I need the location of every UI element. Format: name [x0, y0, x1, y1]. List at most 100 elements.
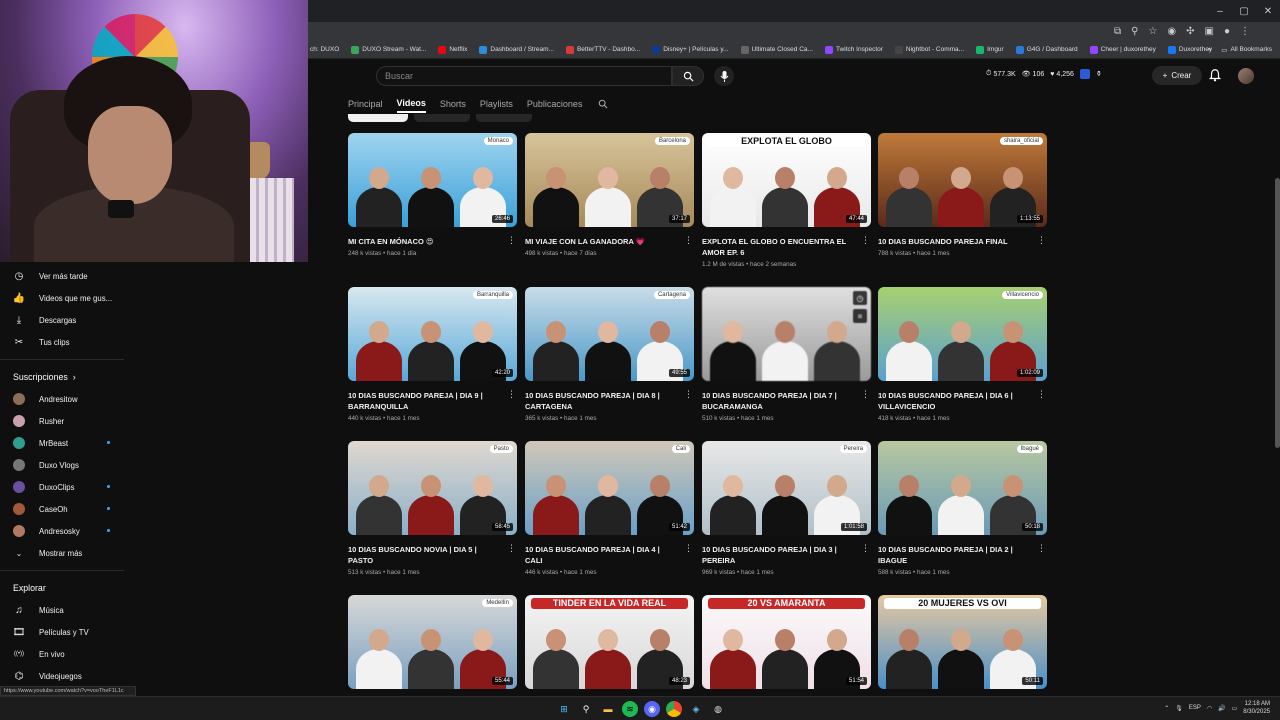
tab-shorts[interactable]: Shorts	[440, 96, 466, 112]
menu-icon[interactable]: ⋮	[1240, 26, 1250, 37]
sidebar-item[interactable]: Rusher	[0, 410, 128, 432]
video-card[interactable]: Barranquilla 42:20 10 DIAS BUSCANDO PAREJA…	[348, 287, 518, 422]
video-card[interactable]: Ibagué 50:18 10 DIAS BUSCANDO PAREJA | DIA…	[878, 441, 1048, 576]
sidebar-section-header[interactable]: Suscripciones ›	[0, 366, 128, 388]
video-thumbnail[interactable]: Villavicencio 1:02:09	[878, 287, 1047, 381]
video-thumbnail[interactable]: 20 VS AMARANTA 51:54	[702, 595, 871, 689]
scrollbar[interactable]	[1275, 178, 1280, 448]
watch-later-icon[interactable]: ◷	[853, 291, 867, 305]
tab-videos[interactable]: Videos	[396, 95, 426, 113]
more-options-icon[interactable]: ⋮	[684, 389, 693, 400]
bookmark-item[interactable]: G4G / Dashboard	[1015, 45, 1078, 54]
chip-popular[interactable]	[414, 114, 470, 122]
video-title[interactable]: 10 DIAS BUSCANDO PAREJA | DIA 9 | BARRAN…	[348, 390, 518, 412]
sidebar-item[interactable]: ⌬ Videojuegos	[0, 665, 128, 687]
chevron-up-icon[interactable]: ⌃	[1164, 705, 1169, 712]
video-card[interactable]: ◷ ≡ 10 DIAS BUSCANDO PAREJA | DIA 7 | BUCA…	[702, 287, 872, 422]
tab-publicaciones[interactable]: Publicaciones	[527, 96, 583, 112]
trophy-icon[interactable]: ⚱	[1096, 70, 1102, 78]
video-card[interactable]: TINDER EN LA VIDA REAL 48:23	[525, 595, 695, 689]
bookmark-item[interactable]: DUXO Stream - Wat...	[351, 45, 426, 54]
bookmark-item[interactable]: Ultimate Closed Ca...	[740, 45, 813, 54]
video-card[interactable]: Cali 51:42 10 DIAS BUSCANDO PAREJA | DIA 4…	[525, 441, 695, 576]
puzzle-icon[interactable]: ✣	[1186, 26, 1194, 37]
profile-icon[interactable]: ●	[1224, 26, 1230, 37]
video-card[interactable]: Barcelona 37:17 MI VIAJE CON LA GANADORA 💗…	[525, 133, 695, 257]
more-options-icon[interactable]: ⋮	[684, 543, 693, 554]
close-icon[interactable]: ✕	[1256, 0, 1280, 22]
bell-icon[interactable]	[1208, 68, 1222, 82]
discord-icon[interactable]: ◉	[644, 701, 660, 717]
sidebar-item[interactable]: Andresosky	[0, 520, 128, 542]
steam-icon[interactable]: ◈	[688, 701, 704, 717]
sidebar-item[interactable]: Andresitow	[0, 388, 128, 410]
mic-tray-icon[interactable]: 🎙	[1175, 705, 1183, 712]
video-thumbnail[interactable]: TINDER EN LA VIDA REAL 48:23	[525, 595, 694, 689]
sidebar-item[interactable]: ♫ Música	[0, 599, 128, 621]
more-options-icon[interactable]: ⋮	[861, 235, 870, 246]
sidebar-item[interactable]: MrBeast	[0, 432, 128, 454]
video-thumbnail[interactable]: Barranquilla 42:20	[348, 287, 517, 381]
bookmark-item[interactable]: BetterTTV - Dashbo...	[565, 45, 640, 54]
bookmark-item[interactable]: Twitch Inspector	[824, 45, 883, 54]
tab-playlists[interactable]: Playlists	[480, 96, 513, 112]
create-button[interactable]: + Crear	[1152, 66, 1202, 85]
chevron-right-icon[interactable]: »	[1208, 46, 1212, 53]
video-card[interactable]: Cartagena 49:55 10 DIAS BUSCANDO PAREJA | …	[525, 287, 695, 422]
tab-principal[interactable]: Principal	[348, 96, 383, 112]
sidebar-item[interactable]: CaseOh	[0, 498, 128, 520]
search-icon[interactable]: ⚲	[578, 701, 594, 717]
channel-search-icon[interactable]	[598, 99, 608, 109]
video-card[interactable]: Monaco 26:46 MI CITA EN MÓNACO 😍 248 k vist…	[348, 133, 518, 257]
video-thumbnail[interactable]: Cartagena 49:55	[525, 287, 694, 381]
sidebar-item[interactable]: ((•)) En vivo	[0, 643, 128, 665]
chip-recent[interactable]	[348, 114, 408, 122]
voice-search-button[interactable]	[714, 66, 734, 86]
sidebar-item[interactable]: ⤓ Descargas	[0, 309, 128, 331]
sidebar-item[interactable]: Duxo Vlogs	[0, 454, 128, 476]
video-title[interactable]: 10 DIAS BUSCANDO PAREJA | DIA 8 | CARTAG…	[525, 390, 695, 412]
wifi-icon[interactable]: ◠	[1207, 705, 1212, 712]
video-thumbnail[interactable]: EXPLOTA EL GLOBO 47:44	[702, 133, 871, 227]
video-card[interactable]: EXPLOTA EL GLOBO 47:44 EXPLOTA EL GLOBO O …	[702, 133, 872, 268]
spotify-icon[interactable]: ≋	[622, 701, 638, 717]
zoom-icon[interactable]: ⚲	[1131, 26, 1138, 37]
video-thumbnail[interactable]: Pereira 1:01:58	[702, 441, 871, 535]
video-card[interactable]: Medellín 55:44	[348, 595, 518, 689]
more-options-icon[interactable]: ⋮	[1037, 543, 1046, 554]
video-thumbnail[interactable]: Monaco 26:46	[348, 133, 517, 227]
video-thumbnail[interactable]: Ibagué 50:18	[878, 441, 1047, 535]
video-title[interactable]: MI CITA EN MÓNACO 😍	[348, 236, 518, 247]
video-title[interactable]: 10 DIAS BUSCANDO PAREJA | DIA 4 | CALI	[525, 544, 695, 566]
bookmark-prefix[interactable]: ch: DUXO	[310, 46, 339, 53]
more-options-icon[interactable]: ⋮	[507, 235, 516, 246]
video-thumbnail[interactable]: Pasto 58:45	[348, 441, 517, 535]
video-thumbnail[interactable]: Cali 51:42	[525, 441, 694, 535]
sidebar-section-header[interactable]: Explorar	[0, 577, 128, 599]
minimize-icon[interactable]: –	[1208, 0, 1232, 22]
more-options-icon[interactable]: ⋮	[1037, 389, 1046, 400]
more-options-icon[interactable]: ⋮	[861, 543, 870, 554]
video-thumbnail[interactable]: shaira_oficial 1:13:55	[878, 133, 1047, 227]
search-input[interactable]: Buscar	[376, 66, 672, 86]
volume-icon[interactable]: 🔊	[1218, 705, 1225, 712]
star-icon[interactable]: ☆	[1148, 26, 1157, 37]
windows-start-icon[interactable]: ⊞	[556, 701, 572, 717]
more-options-icon[interactable]: ⋮	[861, 389, 870, 400]
bookmark-item[interactable]: Nightbot - Comma...	[894, 45, 964, 54]
video-title[interactable]: EXPLOTA EL GLOBO O ENCUENTRA EL AMOR EP.…	[702, 236, 872, 258]
video-title[interactable]: MI VIAJE CON LA GANADORA 💗	[525, 236, 695, 247]
search-button[interactable]	[672, 66, 704, 86]
video-title[interactable]: 10 DIAS BUSCANDO NOVIA | DIA 5 | PASTO	[348, 544, 518, 566]
sidepanel-icon[interactable]: ▣	[1205, 26, 1214, 37]
add-to-queue-icon[interactable]: ≡	[853, 309, 867, 323]
sidebar-item[interactable]: ◷ Ver más tarde	[0, 265, 128, 287]
sidebar-item[interactable]: 🎞 Películas y TV	[0, 621, 128, 643]
language-indicator[interactable]: ESP	[1189, 705, 1201, 711]
more-options-icon[interactable]: ⋮	[507, 389, 516, 400]
chrome-icon[interactable]	[666, 701, 682, 717]
maximize-icon[interactable]: ▢	[1232, 0, 1256, 22]
video-title[interactable]: 10 DIAS BUSCANDO PAREJA | DIA 2 | IBAGUE	[878, 544, 1048, 566]
video-card[interactable]: Villavicencio 1:02:09 10 DIAS BUSCANDO PAR…	[878, 287, 1048, 422]
bookmark-item[interactable]: Dashboard / Stream...	[479, 45, 554, 54]
